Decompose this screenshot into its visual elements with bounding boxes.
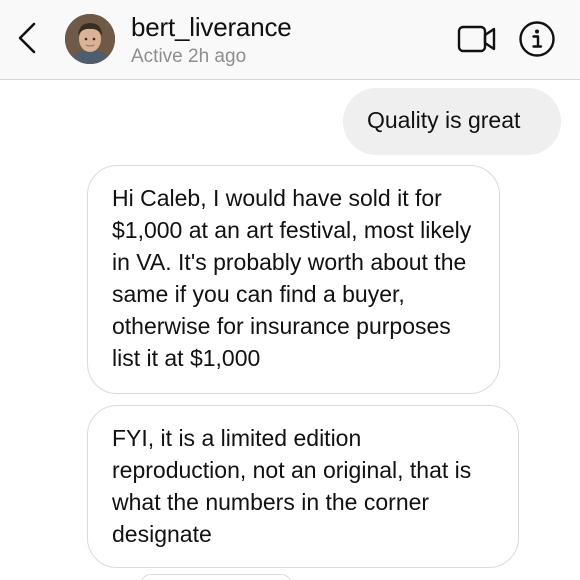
video-call-button[interactable] — [457, 24, 497, 54]
chat-header: bert_liverance Active 2h ago — [0, 0, 580, 80]
message-bubble-incoming[interactable]: FYI, it is a limited edition reproductio… — [87, 405, 519, 568]
video-camera-icon — [457, 25, 496, 53]
info-icon — [519, 21, 555, 57]
info-button[interactable] — [518, 20, 556, 58]
message-bubble-outgoing[interactable]: Quality is great — [343, 88, 561, 155]
chevron-left-icon — [18, 22, 36, 54]
username[interactable]: bert_liverance — [131, 12, 292, 43]
avatar[interactable] — [65, 14, 115, 64]
message-bubble-incoming[interactable]: Hi Caleb, I would have sold it for $1,00… — [87, 165, 500, 394]
profile-photo — [65, 14, 115, 64]
dm-thread-screen: bert_liverance Active 2h ago Quality is … — [0, 0, 580, 580]
back-button[interactable] — [12, 20, 42, 56]
message-bubble-partial — [140, 574, 292, 580]
active-status: Active 2h ago — [131, 46, 247, 67]
